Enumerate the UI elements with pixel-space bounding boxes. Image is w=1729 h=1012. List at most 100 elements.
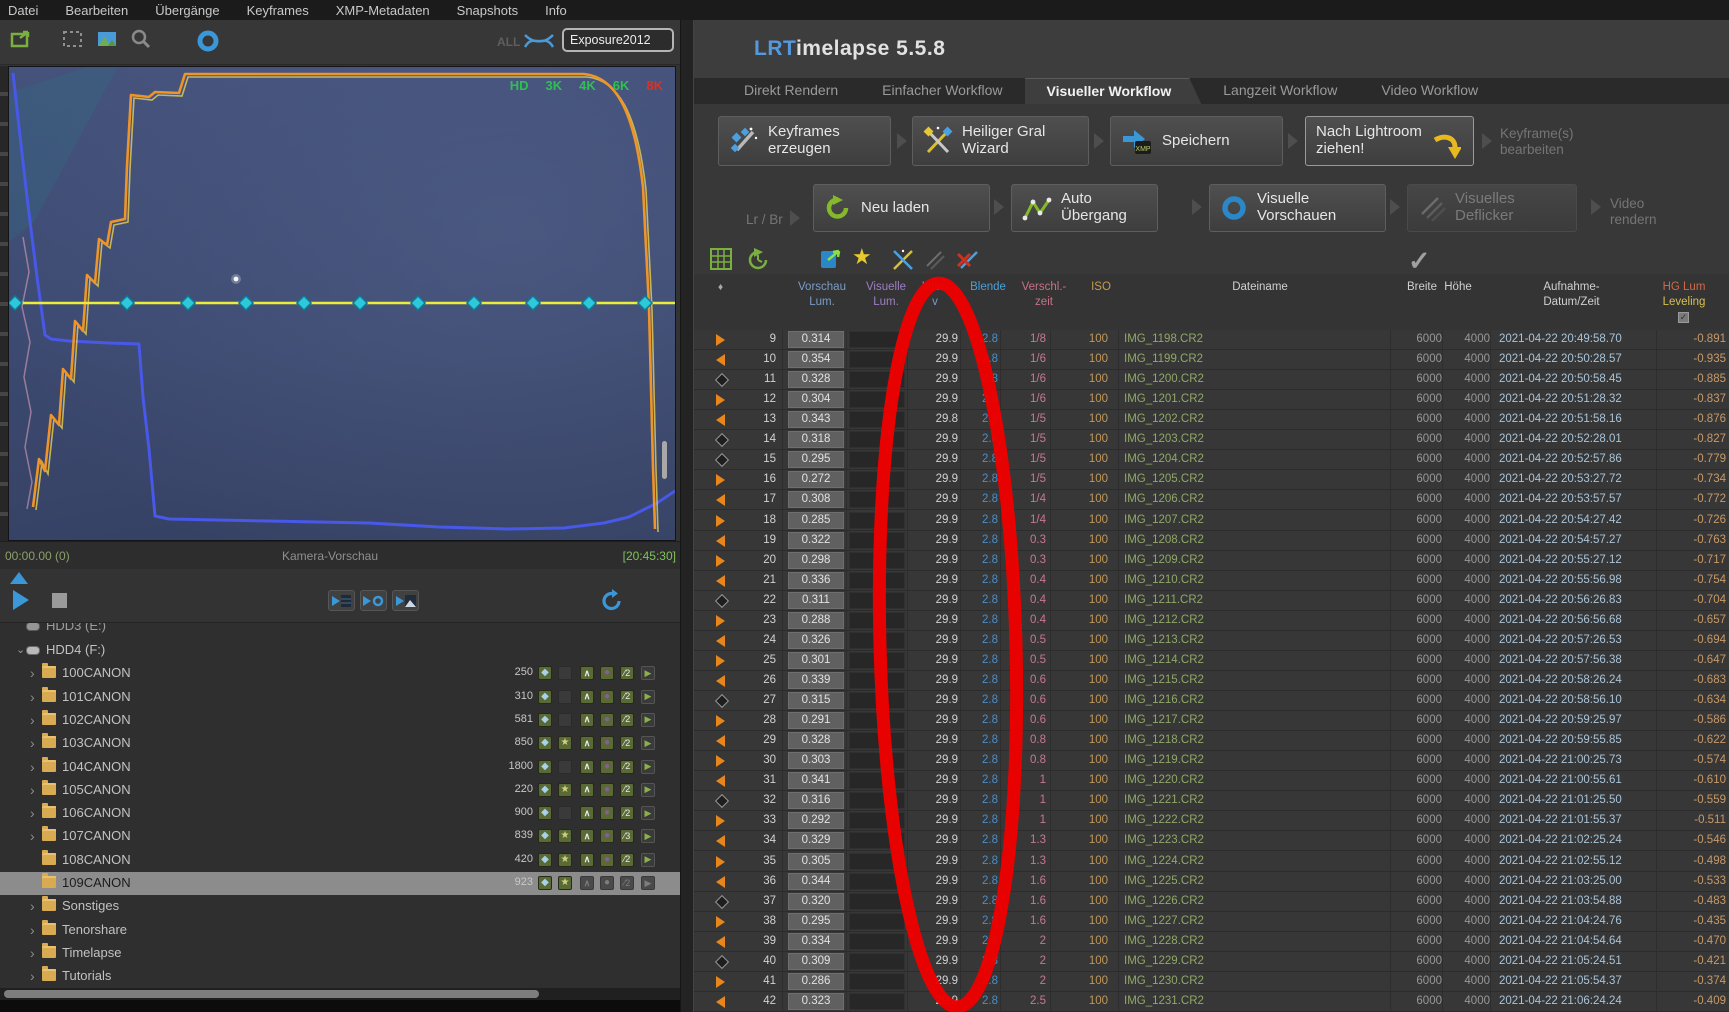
- camera-preview[interactable]: HD3K4K6K8K: [8, 66, 676, 541]
- col-datetime[interactable]: Aufnahme- Datum/Zeit: [1514, 280, 1629, 310]
- table-row[interactable]: 0.2721629.92.81/5100IMG_1205.CR260004000…: [694, 470, 1729, 490]
- check-icon[interactable]: ✓: [1408, 246, 1431, 277]
- visual-deflicker-button[interactable]: Visuelles Deflicker: [1407, 184, 1577, 232]
- selection-icon[interactable]: [62, 29, 84, 54]
- table-row[interactable]: 0.314929.92.81/8100IMG_1198.CR2600040002…: [694, 330, 1729, 350]
- transitions-badge-icon[interactable]: ∧: [580, 783, 594, 797]
- jump-previews-button[interactable]: [360, 590, 387, 611]
- transition-arrow-marker-icon[interactable]: [716, 755, 725, 767]
- transition-arrow-marker-icon[interactable]: [716, 775, 725, 787]
- play-badge-icon[interactable]: ▶: [641, 783, 655, 797]
- transition-arrow-marker-icon[interactable]: [716, 916, 725, 928]
- remove-deflicker-icon[interactable]: [955, 248, 981, 277]
- transition-arrow-marker-icon[interactable]: [716, 474, 725, 486]
- table-row[interactable]: 0.3163229.92.81100IMG_1221.CR26000400020…: [694, 791, 1729, 811]
- reload-button[interactable]: Neu laden: [813, 184, 990, 232]
- tree-folder-item[interactable]: ›105CANON220◆★∧●⁄2▶: [0, 779, 680, 802]
- star-badge-icon[interactable]: [558, 760, 572, 774]
- play-badge-icon[interactable]: ▶: [641, 666, 655, 680]
- tree-folder-item[interactable]: ›Tenorshare: [0, 919, 680, 942]
- tab-direkt-rendern[interactable]: Direkt Rendern: [722, 78, 860, 104]
- hg-leveling-checkbox[interactable]: ✓: [1678, 312, 1689, 323]
- col-filename[interactable]: Dateiname: [1185, 280, 1335, 295]
- table-row[interactable]: 0.2953829.92.81.6100IMG_1227.CR260004000…: [694, 912, 1729, 932]
- transition-arrow-marker-icon[interactable]: [716, 535, 725, 547]
- table-row[interactable]: 0.3431329.82.81/5100IMG_1202.CR260004000…: [694, 410, 1729, 430]
- transitions-badge-icon[interactable]: ∧: [580, 806, 594, 820]
- play-badge-icon[interactable]: ▶: [641, 760, 655, 774]
- deflicker-badge-icon[interactable]: ⁄2: [620, 783, 634, 797]
- chevron-right-icon[interactable]: ›: [30, 805, 35, 821]
- play-badge-icon[interactable]: ▶: [641, 876, 655, 890]
- star-icon[interactable]: ★: [852, 244, 872, 270]
- table-row[interactable]: 0.3094029.92.82100IMG_1229.CR26000400020…: [694, 952, 1729, 972]
- table-row[interactable]: 0.3081729.92.81/4100IMG_1206.CR260004000…: [694, 490, 1729, 510]
- refresh-clock-icon[interactable]: [746, 248, 770, 277]
- chevron-right-icon[interactable]: ›: [30, 735, 35, 751]
- table-row[interactable]: 0.3541029.92.81/6100IMG_1199.CR260004000…: [694, 350, 1729, 370]
- col-iso[interactable]: ISO: [1086, 280, 1116, 295]
- tree-folder-item[interactable]: ›103CANON850◆★∧●⁄2▶: [0, 732, 680, 755]
- jump-table-button[interactable]: [328, 590, 355, 611]
- col-visual-lum[interactable]: Visuelle Lum.: [856, 280, 916, 310]
- play-button[interactable]: [13, 590, 29, 610]
- table-row[interactable]: 0.3293429.92.81.3100IMG_1223.CR260004000…: [694, 831, 1729, 851]
- table-row[interactable]: 0.3053529.92.81.3100IMG_1224.CR260004000…: [694, 852, 1729, 872]
- left-edge-strip[interactable]: [0, 66, 8, 541]
- wizard-small-icon[interactable]: [891, 248, 915, 277]
- col-shutter[interactable]: Verschl.- zeit: [1016, 280, 1072, 310]
- search-input[interactable]: [562, 28, 674, 52]
- tree-folder-item[interactable]: 109CANON923◆★∧●⁄2▶: [0, 872, 680, 895]
- table-row[interactable]: 0.3343929.92.82100IMG_1228.CR26000400020…: [694, 932, 1729, 952]
- previews-badge-icon[interactable]: ●: [600, 876, 614, 890]
- keyframes-badge-icon[interactable]: ◆: [538, 853, 552, 867]
- deflicker-badge-icon[interactable]: ⁄2: [620, 713, 634, 727]
- resolution-hd[interactable]: HD: [510, 78, 529, 93]
- tree-folder-item[interactable]: ›Sonstiges: [0, 895, 680, 918]
- splitter-handle[interactable]: [662, 441, 667, 479]
- previews-badge-icon[interactable]: ●: [600, 736, 614, 750]
- star-badge-icon[interactable]: ★: [558, 736, 572, 750]
- chevron-right-icon[interactable]: ›: [30, 782, 35, 798]
- transition-arrow-marker-icon[interactable]: [716, 835, 725, 847]
- col-height[interactable]: Höhe: [1430, 280, 1486, 295]
- table-row[interactable]: 0.2923329.92.81100IMG_1222.CR26000400020…: [694, 811, 1729, 831]
- transition-arrow-marker-icon[interactable]: [716, 334, 725, 346]
- table-row[interactable]: 0.3281129.92.81/6100IMG_1200.CR260004000…: [694, 370, 1729, 390]
- transition-arrow-marker-icon[interactable]: [716, 555, 725, 567]
- export-icon[interactable]: [820, 248, 844, 275]
- transitions-badge-icon[interactable]: ∧: [580, 853, 594, 867]
- chevron-right-icon[interactable]: ›: [30, 828, 35, 844]
- stop-button[interactable]: [52, 593, 67, 608]
- chevron-right-icon[interactable]: ›: [30, 665, 35, 681]
- deflicker-badge-icon[interactable]: ⁄2: [620, 853, 634, 867]
- previews-badge-icon[interactable]: ●: [600, 690, 614, 704]
- keyframe-diamond-marker-icon[interactable]: [715, 453, 729, 467]
- transitions-badge-icon[interactable]: ∧: [580, 736, 594, 750]
- star-badge-icon[interactable]: ★: [558, 853, 572, 867]
- star-badge-icon[interactable]: [558, 690, 572, 704]
- drag-to-lightroom-button[interactable]: Nach Lightroom ziehen!: [1305, 116, 1474, 166]
- keyframe-diamond-marker-icon[interactable]: [715, 895, 729, 909]
- resolution-3k[interactable]: 3K: [546, 78, 563, 93]
- tab-einfacher-workflow[interactable]: Einfacher Workflow: [860, 78, 1024, 104]
- holy-grail-wizard-button[interactable]: Heiliger Gral Wizard: [912, 116, 1089, 166]
- table-row[interactable]: 0.2951529.92.81/5100IMG_1204.CR260004000…: [694, 450, 1729, 470]
- menu-item-keyframes[interactable]: Keyframes: [247, 3, 309, 18]
- keyframe-diamond-marker-icon[interactable]: [715, 433, 729, 447]
- transitions-badge-icon[interactable]: ∧: [580, 760, 594, 774]
- transition-arrow-marker-icon[interactable]: [716, 996, 725, 1008]
- jump-image-button[interactable]: [392, 590, 419, 611]
- create-keyframes-button[interactable]: Keyframes erzeugen: [718, 116, 891, 166]
- transition-arrow-marker-icon[interactable]: [716, 876, 725, 888]
- open-folder-icon[interactable]: [10, 29, 32, 54]
- chevron-right-icon[interactable]: ›: [30, 945, 35, 961]
- star-badge-icon[interactable]: [558, 806, 572, 820]
- chevron-right-icon[interactable]: ›: [30, 968, 35, 984]
- expand-caret-icon[interactable]: ⌄: [16, 643, 25, 656]
- table-row[interactable]: 0.3181429.92.81/5100IMG_1203.CR260004000…: [694, 430, 1729, 450]
- deflicker-small-icon[interactable]: [923, 248, 947, 277]
- tab-visueller-workflow[interactable]: Visueller Workflow: [1025, 78, 1202, 104]
- menu-item--berg-nge[interactable]: Übergänge: [155, 3, 219, 18]
- collapse-up-icon[interactable]: [10, 572, 28, 584]
